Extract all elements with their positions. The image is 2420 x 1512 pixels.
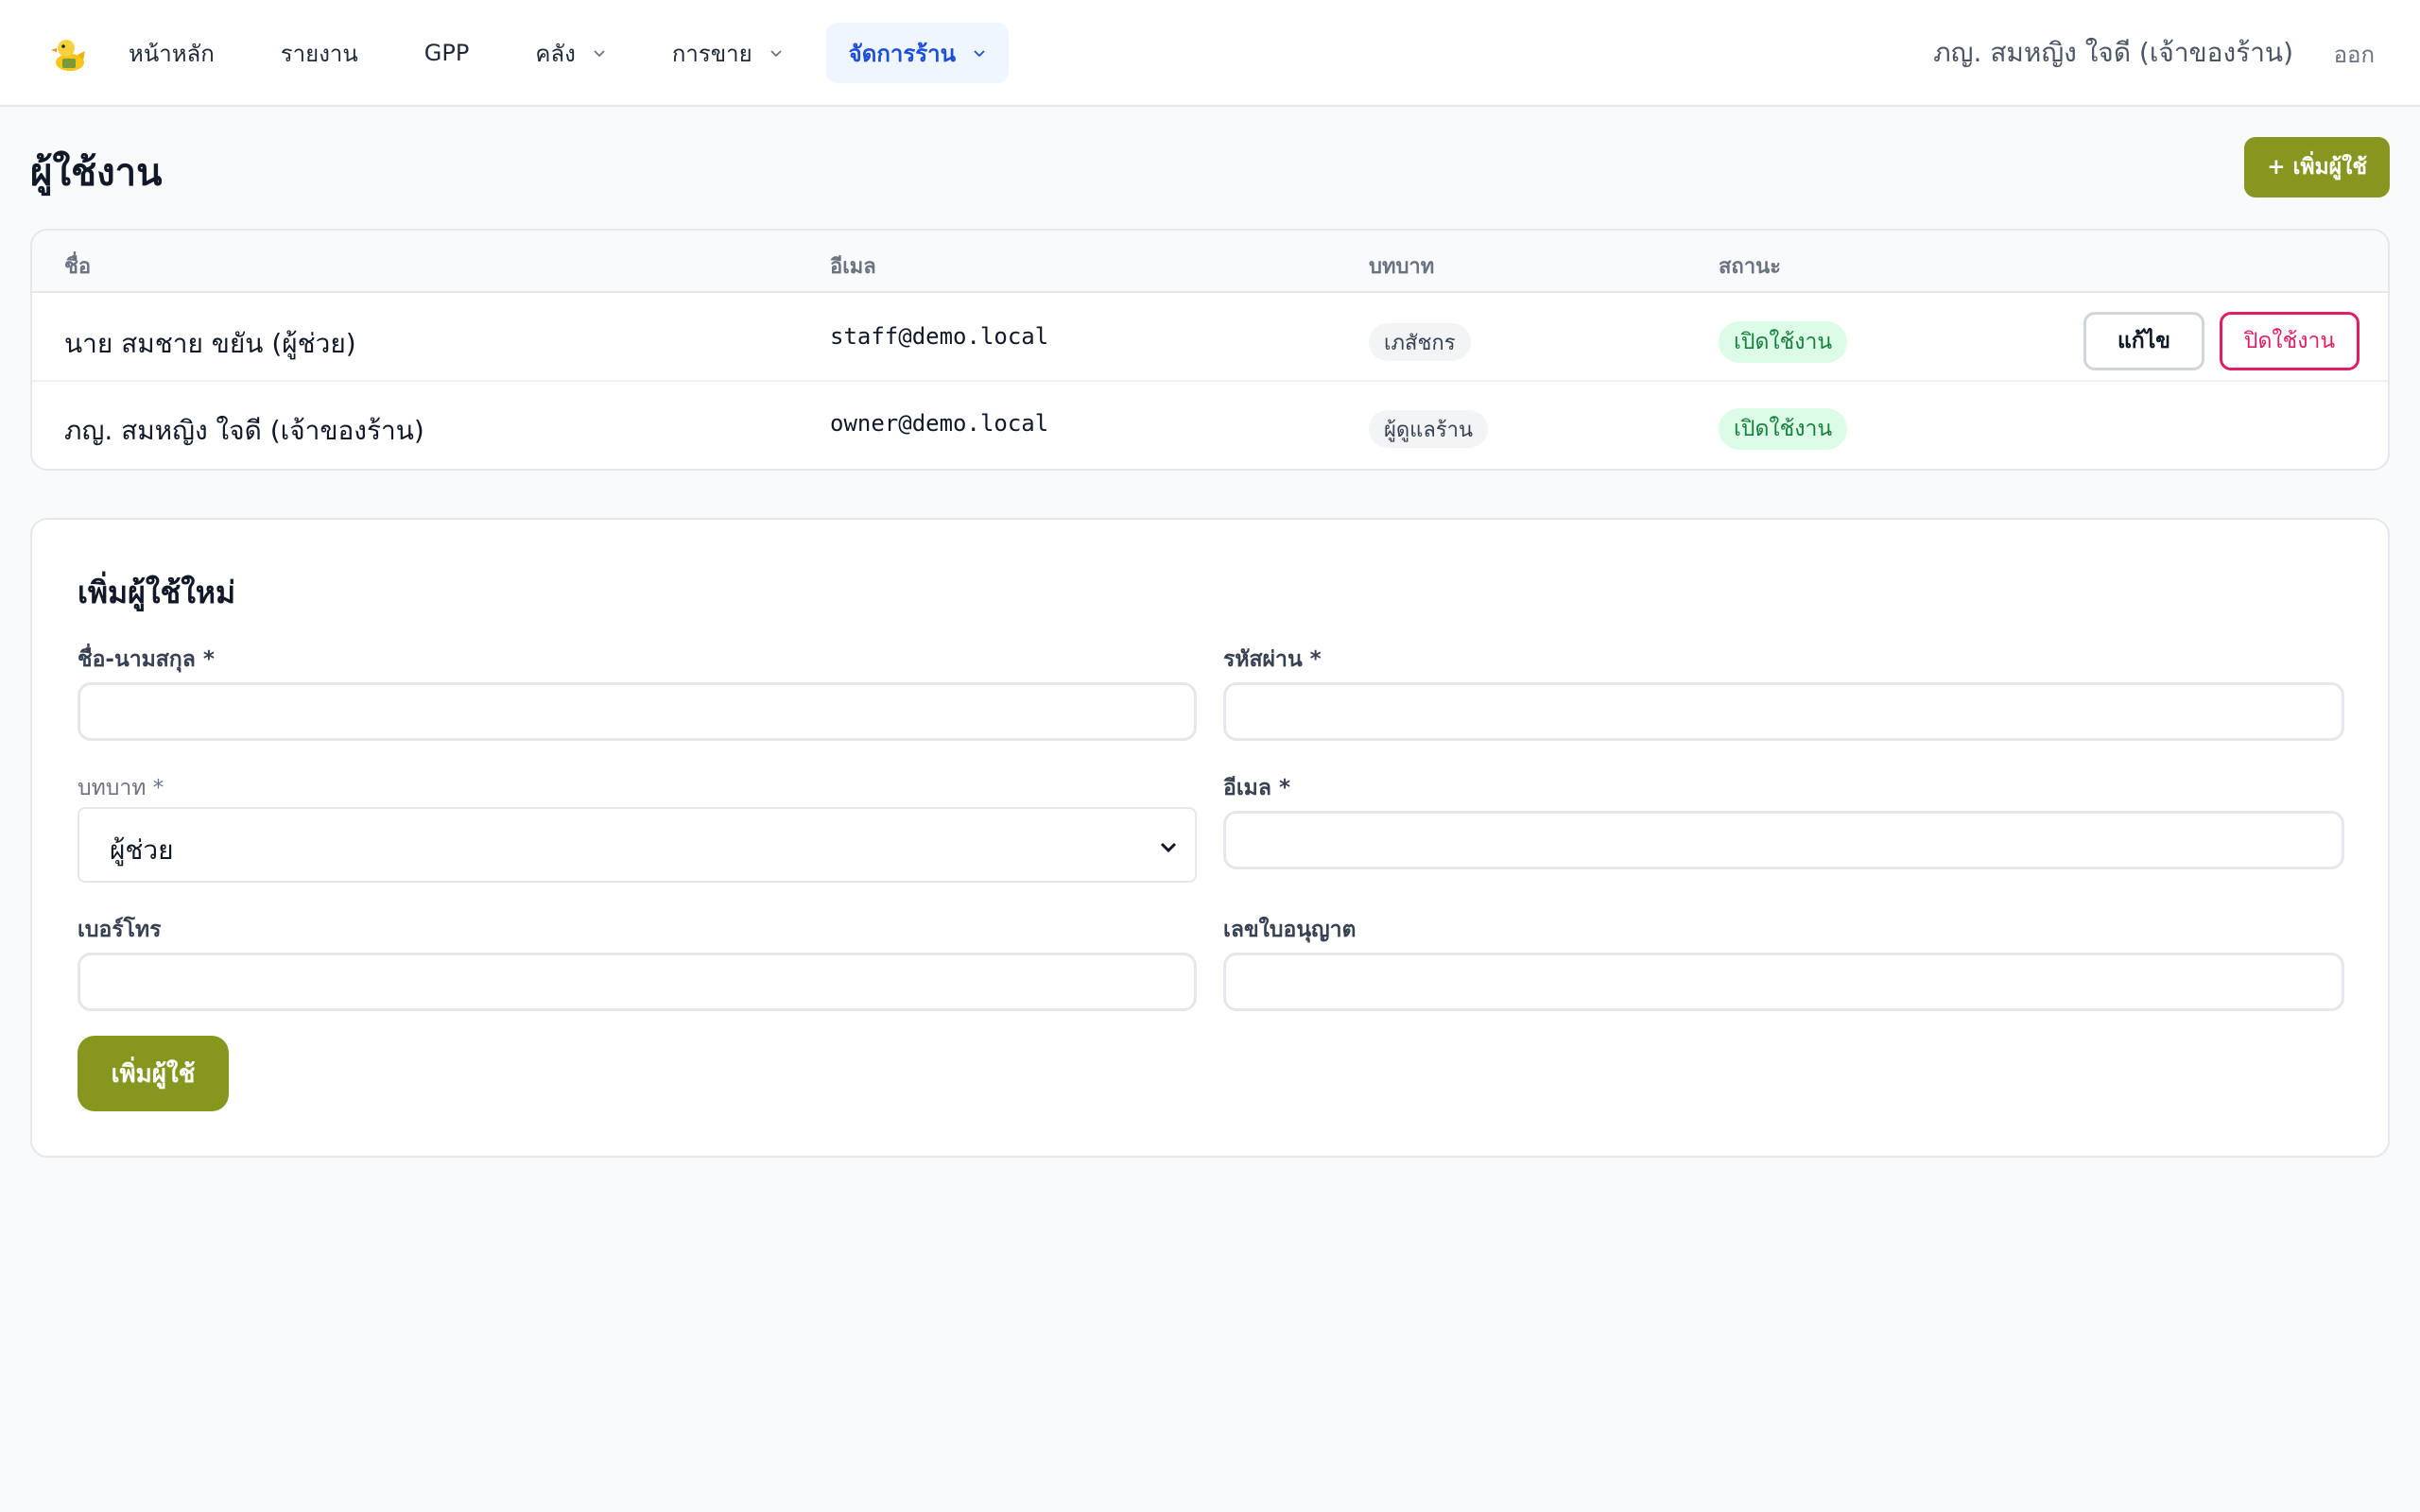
nav-item-label: GPP [424, 40, 470, 66]
nav-item-inventory[interactable]: คลัง [512, 23, 628, 83]
nav-item-label: จัดการร้าน [848, 40, 956, 67]
nav-item-gpp[interactable]: GPP [402, 23, 493, 83]
phone-label: เบอร์โทร [78, 918, 162, 942]
role-badge: เภสัชกร [1369, 323, 1471, 361]
status-badge: เปิดใช้งาน [1719, 408, 1848, 450]
password-input[interactable] [1223, 682, 2344, 741]
main-nav: หน้าหลัก รายงาน GPP คลัง การขาย จัดการร้… [106, 23, 1029, 83]
table-header: ชื่อ อีเมล บทบาท สถานะ [32, 231, 2388, 293]
nav-item-label: หน้าหลัก [129, 40, 215, 67]
chevron-down-icon [1160, 842, 1177, 853]
role-select-value: ผู้ช่วย [110, 834, 174, 866]
form-title: เพิ่มผู้ใช้ใหม่ [78, 575, 236, 610]
current-user-name: ภญ. สมหญิง ใจดี (เจ้าของร้าน) [1933, 37, 2293, 68]
license-number-input[interactable] [1223, 953, 2344, 1011]
chevron-down-icon [770, 50, 782, 58]
column-header-role: บทบาท [1369, 255, 1435, 279]
submit-add-user-button[interactable]: เพิ่มผู้ใช้ [78, 1036, 229, 1111]
status-badge: เปิดใช้งาน [1719, 321, 1848, 363]
nav-item-reports[interactable]: รายงาน [258, 23, 381, 83]
table-row: นาย สมชาย ขยัน (ผู้ช่วย) staff@demo.loca… [32, 293, 2388, 382]
top-navigation-bar: หน้าหลัก รายงาน GPP คลัง การขาย จัดการร้… [0, 0, 2420, 107]
license-label: เลขใบอนุญาต [1223, 918, 1357, 942]
duck-logo-icon[interactable] [49, 34, 89, 74]
nav-item-sales[interactable]: การขาย [649, 23, 805, 83]
role-label: บทบาท * [78, 776, 164, 800]
fullname-label: ชื่อ-นามสกุล * [78, 647, 215, 672]
nav-item-label: รายงาน [280, 40, 358, 67]
user-email-cell: staff@demo.local [830, 323, 1049, 350]
user-name-cell: นาย สมชาย ขยัน (ผู้ช่วย) [64, 328, 356, 359]
nav-item-store-management[interactable]: จัดการร้าน [825, 23, 1009, 83]
role-select[interactable]: ผู้ช่วย [78, 807, 1197, 883]
email-label: อีเมล * [1223, 776, 1290, 800]
nav-item-home[interactable]: หน้าหลัก [106, 23, 237, 83]
chevron-down-icon [594, 50, 605, 58]
add-user-button[interactable]: + เพิ่มผู้ใช้ [2244, 137, 2390, 198]
chevron-down-icon [974, 50, 985, 58]
column-header-email: อีเมล [830, 255, 876, 279]
disable-user-button[interactable]: ปิดใช้งาน [2220, 312, 2360, 370]
nav-item-label: การขาย [671, 40, 752, 67]
page-title: ผู้ใช้งาน [30, 151, 163, 195]
user-email-cell: owner@demo.local [830, 410, 1049, 437]
nav-item-label: คลัง [535, 40, 576, 67]
add-user-form: เพิ่มผู้ใช้ใหม่ ชื่อ-นามสกุล * รหัสผ่าน … [30, 518, 2390, 1158]
role-badge: ผู้ดูแลร้าน [1369, 410, 1489, 448]
phone-input[interactable] [78, 953, 1197, 1011]
email-input[interactable] [1223, 811, 2344, 869]
logout-link[interactable]: ออก [2334, 36, 2375, 73]
column-header-status: สถานะ [1719, 255, 1781, 279]
user-name-cell: ภญ. สมหญิง ใจดี (เจ้าของร้าน) [64, 415, 424, 446]
users-table: ชื่อ อีเมล บทบาท สถานะ นาย สมชาย ขยัน (ผ… [30, 229, 2390, 471]
password-label: รหัสผ่าน * [1223, 647, 1322, 672]
edit-user-button[interactable]: แก้ไข [2083, 312, 2204, 370]
fullname-input[interactable] [78, 682, 1197, 741]
table-row: ภญ. สมหญิง ใจดี (เจ้าของร้าน) owner@demo… [32, 384, 2388, 469]
column-header-name: ชื่อ [64, 255, 92, 279]
